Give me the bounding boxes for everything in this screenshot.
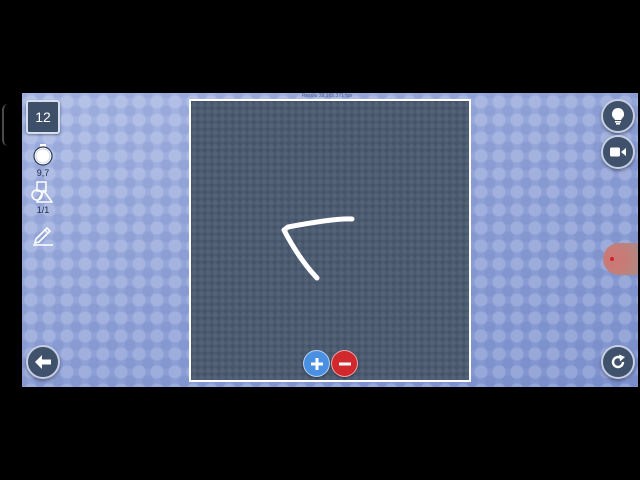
- timer-value: 9,7: [36, 168, 50, 178]
- pencil-icon[interactable]: [30, 222, 56, 246]
- minus-icon: [338, 362, 351, 365]
- drawn-stroke: [281, 216, 355, 281]
- arrow-left-icon: [35, 355, 51, 369]
- peeking-character: [603, 243, 638, 275]
- back-button[interactable]: [26, 345, 60, 379]
- level-badge: 12: [26, 100, 60, 134]
- restart-button[interactable]: [601, 345, 635, 379]
- lightbulb-icon: [611, 107, 625, 125]
- drawing-board[interactable]: [189, 99, 471, 382]
- restart-icon: [611, 354, 625, 369]
- shapes-value: 1/1: [36, 205, 50, 215]
- game-screen: 12 9,7 1/1 Resolu 38,165,371 fun: [22, 93, 638, 387]
- shapes-icon: [31, 181, 54, 203]
- zoom-out-button[interactable]: [331, 350, 358, 377]
- stopwatch-icon: [33, 144, 53, 166]
- left-edge-notch: [2, 104, 10, 146]
- plus-icon: [310, 357, 323, 370]
- video-camera-icon: [610, 147, 626, 157]
- video-button[interactable]: [601, 135, 635, 169]
- character-eye: [610, 257, 614, 261]
- level-number: 12: [35, 109, 51, 125]
- hint-button[interactable]: [601, 99, 635, 133]
- zoom-in-button[interactable]: [303, 350, 330, 377]
